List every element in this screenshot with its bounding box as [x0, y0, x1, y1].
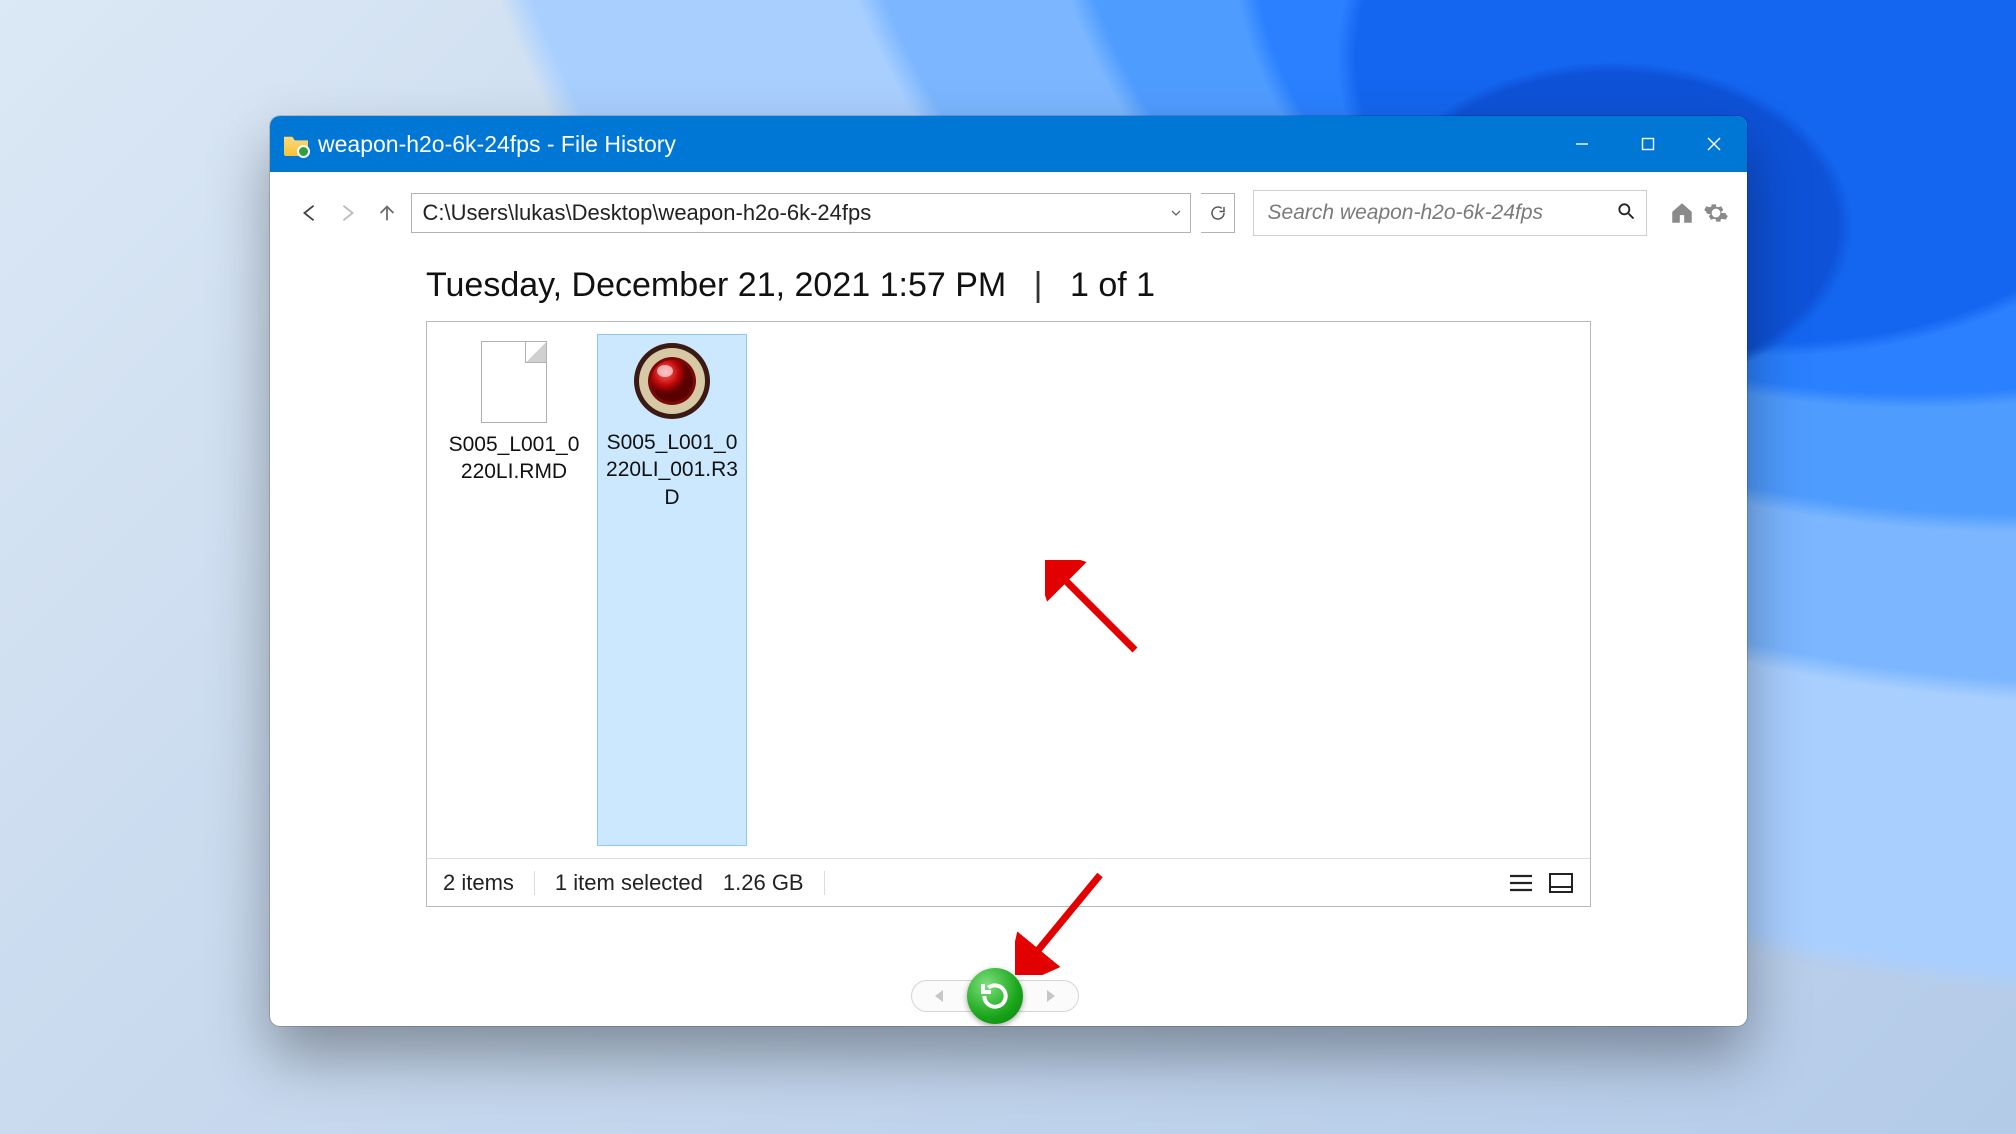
item-count: 2 items: [443, 870, 514, 896]
file-name: S005_L001_0220LI_001.R3D: [602, 429, 742, 511]
version-timestamp: Tuesday, December 21, 2021 1:57 PM: [426, 266, 1006, 304]
file-red-icon: [632, 341, 712, 421]
refresh-button[interactable]: [1201, 193, 1234, 233]
status-bar: 2 items 1 item selected 1.26 GB: [427, 858, 1590, 906]
path-input[interactable]: [412, 200, 1162, 226]
maximize-button[interactable]: [1615, 116, 1681, 172]
up-button[interactable]: [372, 196, 401, 230]
file-generic-icon: [481, 341, 547, 423]
forward-button[interactable]: [333, 196, 362, 230]
window-title: weapon-h2o-6k-24fps - File History: [318, 131, 676, 158]
address-bar[interactable]: [411, 193, 1191, 233]
version-nav: [911, 978, 1107, 1014]
close-button[interactable]: [1681, 116, 1747, 172]
search-icon[interactable]: [1616, 201, 1636, 226]
thumbnails-view-icon[interactable]: [1548, 872, 1574, 894]
details-view-icon[interactable]: [1508, 872, 1534, 894]
titlebar[interactable]: weapon-h2o-6k-24fps - File History: [270, 116, 1747, 172]
file-name: S005_L001_0220LI.RMD: [444, 431, 584, 486]
file-list-container: S005_L001_0220LI.RMD S005_L001_0: [426, 321, 1591, 907]
selection-size: 1.26 GB: [723, 870, 804, 896]
back-button[interactable]: [294, 196, 323, 230]
minimize-button[interactable]: [1549, 116, 1615, 172]
folder-history-icon: [284, 132, 308, 156]
version-page: 1 of 1: [1070, 266, 1155, 304]
search-box[interactable]: [1253, 190, 1647, 236]
file-item[interactable]: S005_L001_0220LI.RMD: [439, 334, 589, 846]
navigation-toolbar: [270, 172, 1747, 242]
file-item-selected[interactable]: S005_L001_0220LI_001.R3D: [597, 334, 747, 846]
settings-gear-icon[interactable]: [1701, 198, 1731, 228]
restore-button[interactable]: [967, 968, 1023, 1024]
selection-count: 1 item selected: [555, 870, 703, 896]
file-grid[interactable]: S005_L001_0220LI.RMD S005_L001_0: [427, 322, 1590, 858]
home-icon[interactable]: [1667, 198, 1697, 228]
address-dropdown-icon[interactable]: [1162, 194, 1190, 232]
search-input[interactable]: [1268, 201, 1616, 225]
file-history-window: weapon-h2o-6k-24fps - File History: [270, 116, 1747, 1026]
version-header: Tuesday, December 21, 2021 1:57 PM | 1 o…: [270, 242, 1747, 321]
